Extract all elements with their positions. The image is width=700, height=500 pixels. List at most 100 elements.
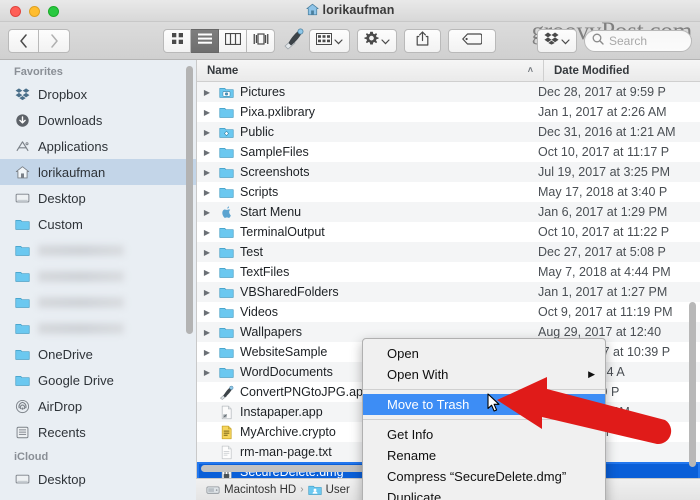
menu-item-open[interactable]: Open <box>363 343 605 364</box>
red-callout-arrow <box>495 376 680 451</box>
sidebar-item-recents[interactable]: Recents <box>0 419 196 445</box>
table-row[interactable]: ▶ Screenshots Jul 19, 2017 at 3:25 PM <box>197 162 700 182</box>
table-row[interactable]: ▶ Scripts May 17, 2018 at 3:40 P <box>197 182 700 202</box>
sidebar-item-lorikaufman[interactable]: lorikaufman <box>0 159 196 185</box>
sidebar-item-applications[interactable]: Applications <box>0 133 196 159</box>
folder-icon <box>217 325 235 340</box>
coverflow-view-button[interactable] <box>247 29 275 53</box>
disclosure-triangle-icon[interactable]: ▶ <box>197 108 217 117</box>
sidebar-item-custom[interactable]: Custom <box>0 211 196 237</box>
sidebar-item-redacted-0-8[interactable] <box>0 289 196 315</box>
disclosure-triangle-icon[interactable]: ▶ <box>197 248 217 257</box>
column-header-name[interactable]: Name ˄ <box>197 65 543 77</box>
table-row[interactable]: ▶ Pixa.pxlibrary Jan 1, 2017 at 2:26 AM <box>197 102 700 122</box>
disclosure-triangle-icon[interactable]: ▶ <box>197 148 217 157</box>
search-input[interactable]: Search <box>609 34 647 48</box>
table-row[interactable]: ▶ TextFiles May 7, 2018 at 4:44 PM <box>197 262 700 282</box>
icon-view-button[interactable] <box>163 29 191 53</box>
disclosure-triangle-icon[interactable]: ▶ <box>197 228 217 237</box>
disclosure-triangle-icon[interactable]: ▶ <box>197 368 217 377</box>
file-name-cell: SampleFiles <box>240 145 309 159</box>
table-row[interactable]: ▶ Start Menu Jan 6, 2017 at 1:29 PM <box>197 202 700 222</box>
action-menu-button[interactable] <box>357 29 397 53</box>
pictures-folder-icon <box>217 85 235 100</box>
download-icon <box>14 112 31 129</box>
file-name-cell: Wallpapers <box>240 325 303 339</box>
column-header-date[interactable]: Date Modified <box>543 60 629 82</box>
file-list-scrollbar[interactable] <box>689 302 696 467</box>
folder-icon <box>14 372 31 389</box>
share-button[interactable] <box>404 29 441 53</box>
sidebar-item-downloads[interactable]: Downloads <box>0 107 196 133</box>
sidebar-item-redacted-0-9[interactable] <box>0 315 196 341</box>
table-row[interactable]: ▶ VBSharedFolders Jan 1, 2017 at 1:27 PM <box>197 282 700 302</box>
sidebar-item-redacted-0-7[interactable] <box>0 263 196 289</box>
sidebar-section-header: Favorites <box>14 66 63 78</box>
sidebar-item-desktop[interactable]: Desktop <box>0 185 196 211</box>
disclosure-triangle-icon[interactable]: ▶ <box>197 128 217 137</box>
arrange-button[interactable] <box>309 29 350 53</box>
list-lines-icon <box>197 32 212 50</box>
back-button[interactable] <box>8 29 39 53</box>
table-row[interactable]: ▶ Public Dec 31, 2016 at 1:21 AM <box>197 122 700 142</box>
columns-icon <box>224 32 241 50</box>
menu-item-label: Open With <box>387 367 449 382</box>
folder-icon <box>217 105 235 120</box>
folder-icon <box>14 294 31 311</box>
file-date-cell: Oct 10, 2017 at 11:22 P <box>538 225 670 239</box>
sidebar-item-desktop[interactable]: Desktop <box>0 466 196 492</box>
window-title-text: lorikaufman <box>322 3 395 17</box>
sidebar-item-redacted-0-6[interactable] <box>0 237 196 263</box>
sidebar-scrollbar[interactable] <box>186 66 193 334</box>
path-segment-label: Macintosh HD <box>224 483 297 496</box>
file-name-cell: Pictures <box>240 85 286 99</box>
disclosure-triangle-icon[interactable]: ▶ <box>197 88 217 97</box>
sidebar-item-airdrop[interactable]: AirDrop <box>0 393 196 419</box>
folder-icon <box>217 145 235 160</box>
menu-item-label: Compress “SecureDelete.dmg” <box>387 469 567 484</box>
file-date-cell: Dec 28, 2017 at 9:59 P <box>538 85 666 99</box>
disclosure-triangle-icon[interactable]: ▶ <box>197 168 217 177</box>
finder-sidebar[interactable]: Favorites Dropbox Downloads Applications lor… <box>0 60 196 500</box>
applications-icon <box>14 138 31 155</box>
table-row[interactable]: ▶ Videos Oct 9, 2017 at 11:19 PM <box>197 302 700 322</box>
sidebar-item-google-drive[interactable]: Google Drive <box>0 367 196 393</box>
table-row[interactable]: ▶ Test Dec 27, 2017 at 5:08 P <box>197 242 700 262</box>
mouse-cursor <box>487 393 501 418</box>
file-date-cell: Jan 6, 2017 at 1:29 PM <box>538 205 668 219</box>
table-row[interactable]: ▶ TerminalOutput Oct 10, 2017 at 11:22 P <box>197 222 700 242</box>
folder-icon <box>14 216 31 233</box>
sidebar-item-onedrive[interactable]: OneDrive <box>0 341 196 367</box>
sidebar-item-label: lorikaufman <box>38 164 106 180</box>
table-row[interactable]: ▶ SampleFiles Oct 10, 2017 at 11:17 P <box>197 142 700 162</box>
disclosure-triangle-icon[interactable]: ▶ <box>197 208 217 217</box>
search-field[interactable]: Search <box>584 30 692 52</box>
sidebar-item-label: Custom <box>38 216 83 232</box>
dropbox-button[interactable] <box>537 29 577 53</box>
folder-icon <box>217 305 235 320</box>
quill-toolbar-button[interactable] <box>281 28 307 54</box>
menu-item-compress-securedelete-dmg[interactable]: Compress “SecureDelete.dmg” <box>363 466 605 487</box>
column-view-button[interactable] <box>219 29 247 53</box>
path-segment-macintosh-hd[interactable]: Macintosh HD <box>206 483 296 497</box>
folder-icon <box>14 268 31 285</box>
list-view-button[interactable] <box>191 29 219 53</box>
path-segment-user[interactable]: User <box>307 483 350 497</box>
sidebar-item-dropbox[interactable]: Dropbox <box>0 81 196 107</box>
file-date-cell: Jan 1, 2017 at 1:27 PM <box>538 285 668 299</box>
disclosure-triangle-icon[interactable]: ▶ <box>197 328 217 337</box>
file-name-cell: VBSharedFolders <box>240 285 339 299</box>
table-row[interactable]: ▶ Pictures Dec 28, 2017 at 9:59 P <box>197 82 700 102</box>
forward-button[interactable] <box>39 29 70 53</box>
sidebar-item-label: AirDrop <box>38 398 83 414</box>
tags-button[interactable] <box>448 29 496 53</box>
file-name-cell: Pixa.pxlibrary <box>240 105 316 119</box>
disclosure-triangle-icon[interactable]: ▶ <box>197 188 217 197</box>
disclosure-triangle-icon[interactable]: ▶ <box>197 308 217 317</box>
disclosure-triangle-icon[interactable]: ▶ <box>197 348 217 357</box>
disclosure-triangle-icon[interactable]: ▶ <box>197 268 217 277</box>
disclosure-triangle-icon[interactable]: ▶ <box>197 288 217 297</box>
menu-item-duplicate[interactable]: Duplicate <box>363 487 605 500</box>
file-name-cell: Start Menu <box>240 205 302 219</box>
toolbar-action-buttons <box>309 29 496 53</box>
